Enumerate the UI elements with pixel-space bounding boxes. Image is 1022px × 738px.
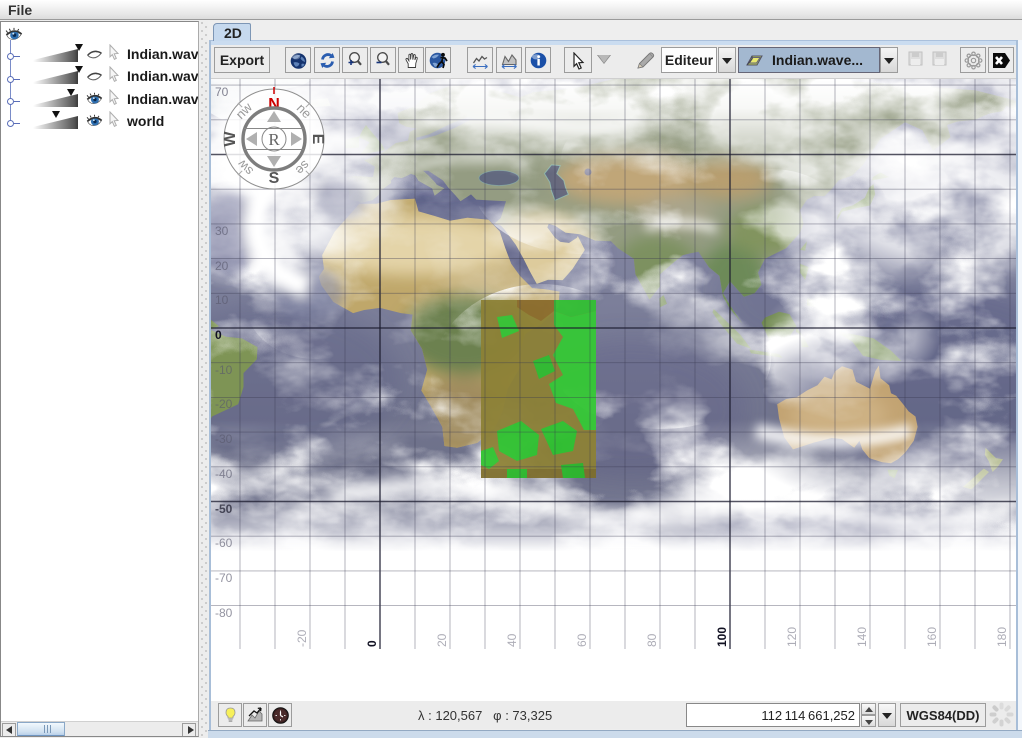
- svg-text:W: W: [222, 131, 239, 147]
- svg-text:160: 160: [925, 627, 939, 647]
- svg-text:-10: -10: [215, 363, 233, 377]
- svg-text:20: 20: [215, 259, 229, 273]
- svg-text:-30: -30: [215, 432, 233, 446]
- svg-text:R: R: [268, 130, 280, 149]
- svg-text:10: 10: [215, 293, 229, 307]
- svg-text:E: E: [309, 134, 326, 145]
- svg-text:180: 180: [995, 627, 1009, 647]
- svg-text:-40: -40: [215, 467, 233, 481]
- svg-text:140: 140: [855, 627, 869, 647]
- svg-text:-20: -20: [295, 629, 309, 647]
- svg-text:20: 20: [435, 633, 449, 647]
- svg-text:-80: -80: [215, 606, 233, 620]
- svg-text:S: S: [269, 170, 280, 187]
- svg-text:60: 60: [575, 633, 589, 647]
- svg-text:-20: -20: [215, 397, 233, 411]
- svg-text:120: 120: [785, 627, 799, 647]
- svg-text:0: 0: [215, 328, 222, 342]
- svg-text:30: 30: [215, 224, 229, 238]
- svg-text:80: 80: [645, 633, 659, 647]
- svg-text:-60: -60: [215, 536, 233, 550]
- svg-text:0: 0: [365, 640, 379, 647]
- svg-text:-70: -70: [215, 571, 233, 585]
- svg-text:-50: -50: [215, 502, 233, 516]
- svg-text:100: 100: [715, 627, 729, 647]
- svg-text:40: 40: [505, 633, 519, 647]
